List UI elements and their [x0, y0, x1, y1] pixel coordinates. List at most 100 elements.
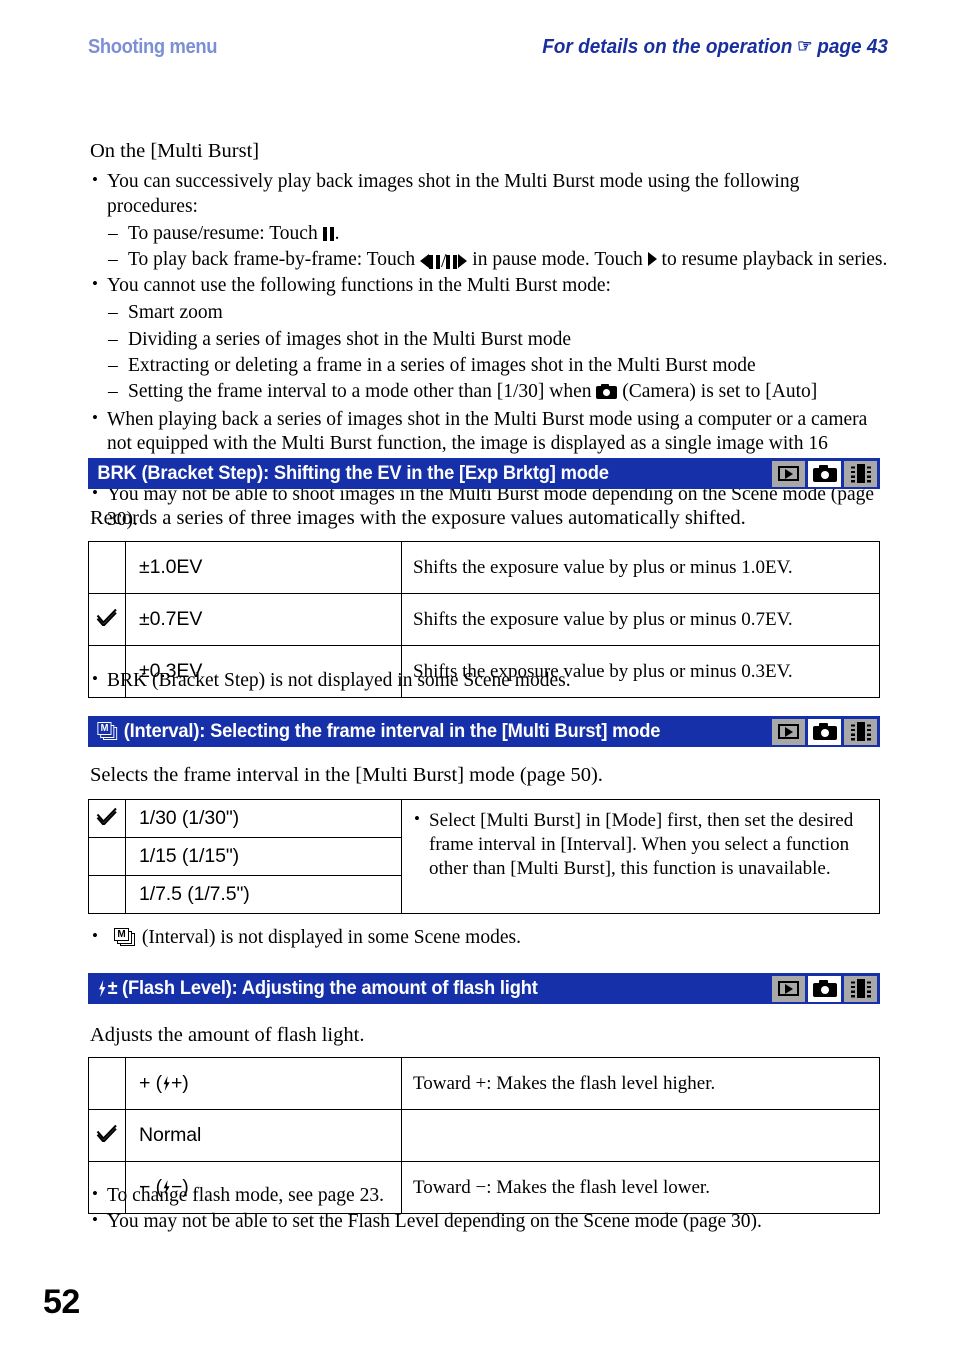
- playback-icon: [778, 724, 799, 739]
- table-row: + (+) Toward +: Makes the flash level hi…: [88, 1057, 880, 1110]
- bullet-marker: •: [92, 1184, 98, 1203]
- section-flash-intro: Adjusts the amount of flash light.: [90, 1022, 890, 1054]
- dash-marker: –: [108, 354, 118, 376]
- flash-plus-minus-icon: ±: [97, 978, 118, 1000]
- list-item-text: You may not be able to set the Flash Lev…: [107, 1210, 762, 1232]
- default-check-icon: [96, 807, 118, 825]
- movie-mode-badge: [844, 718, 877, 745]
- table-row: ±0.7EV Shifts the exposure value by plus…: [88, 593, 880, 646]
- playback-icon: [778, 466, 799, 481]
- default-marker-cell: [88, 1057, 126, 1110]
- interval-options-table: 1/30 (1/30") • Select [Multi Burst] in […: [88, 799, 880, 914]
- description-cell: [401, 1109, 880, 1162]
- multi-burst-icon: M: [114, 928, 137, 947]
- description-cell: Shifts the exposure value by plus or min…: [401, 593, 880, 646]
- dash-marker: –: [108, 222, 118, 244]
- list-item-text: You cannot use the following functions i…: [107, 275, 611, 297]
- list-item: – Smart zoom: [107, 300, 890, 325]
- default-marker-cell: [88, 1109, 126, 1162]
- section-brk-note: • BRK (Bracket Step) is not displayed in…: [90, 669, 890, 695]
- section-heading-flash: ± (Flash Level): Adjusting the amount of…: [88, 973, 880, 1004]
- dash-marker: –: [108, 302, 118, 324]
- flash-icon: [163, 1076, 170, 1091]
- interval-note-list: • M (Interval) is not displayed in some …: [90, 926, 890, 951]
- camera-icon: [596, 384, 618, 400]
- play-icon: [647, 252, 657, 267]
- description-cell: Shifts the exposure value by plus or min…: [401, 541, 880, 594]
- step-back-step-forward-icon: /: [420, 252, 468, 272]
- camera-mode-badge: [808, 718, 841, 745]
- section-heading-flash-text: (Flash Level): Adjusting the amount of f…: [122, 977, 538, 999]
- camera-icon: [812, 980, 837, 997]
- movie-film-icon: [850, 979, 871, 998]
- section-heading-interval-text: (Interval): Selecting the frame interval…: [123, 720, 661, 742]
- running-header-right: For details on the operation ☞ page 43: [542, 36, 888, 59]
- list-item-text: You can successively play back images sh…: [107, 171, 800, 217]
- movie-film-icon: [850, 464, 871, 483]
- bullet-marker: •: [92, 170, 98, 190]
- list-item: – Dividing a series of images shot in th…: [107, 327, 890, 352]
- description-text: Select [Multi Burst] in [Mode] first, th…: [429, 810, 854, 879]
- section-badges: [772, 718, 880, 745]
- list-item: • To change flash mode, see page 23.: [90, 1184, 890, 1209]
- list-item-text-tail: to resume playback in series.: [661, 249, 888, 271]
- bullet-marker: •: [92, 926, 98, 945]
- section-interval-intro: Selects the frame interval in the [Multi…: [90, 762, 890, 794]
- list-item-text: BRK (Bracket Step) is not displayed in s…: [107, 670, 571, 691]
- camera-icon: [812, 465, 837, 482]
- bullet-marker: •: [92, 274, 98, 294]
- list-item-text: Dividing a series of images shot in the …: [128, 328, 572, 350]
- list-item: – Extracting or deleting a frame in a se…: [107, 353, 890, 378]
- section-brk-intro-text: Records a series of three images with th…: [90, 507, 746, 529]
- option-cell: Normal: [125, 1109, 402, 1162]
- bullet-marker: •: [92, 669, 98, 688]
- list-item-text-tail: .: [334, 222, 340, 244]
- list-item: • M (Interval) is not displayed in some …: [90, 926, 890, 951]
- default-marker-cell: [88, 837, 126, 876]
- bullet-marker: •: [414, 809, 420, 828]
- running-header-right-text: For details on the operation: [542, 36, 793, 58]
- list-item: – Setting the frame interval to a mode o…: [107, 379, 890, 404]
- playback-mode-badge: [772, 718, 805, 745]
- option-cell: ±1.0EV: [125, 541, 402, 594]
- option-cell: 1/15 (1/15"): [125, 837, 402, 876]
- multi-burst-subheading: On the [Multi Burst]: [90, 140, 260, 162]
- page-number: 52: [43, 1283, 80, 1321]
- option-cell: + (+): [125, 1057, 402, 1110]
- list-item-text: To pause/resume: Touch: [128, 222, 318, 244]
- description-cell: • Select [Multi Burst] in [Mode] first, …: [401, 799, 880, 914]
- section-badges: [772, 975, 880, 1002]
- description-cell: Toward +: Makes the flash level higher.: [401, 1057, 880, 1110]
- pause-icon: [322, 226, 335, 241]
- list-item-text: To play back frame-by-frame: Touch: [128, 249, 416, 271]
- section-interval-note: • M (Interval) is not displayed in some …: [90, 926, 890, 952]
- movie-mode-badge: [844, 460, 877, 487]
- camera-mode-badge: [808, 975, 841, 1002]
- option-label: + (+): [139, 1072, 189, 1095]
- default-check-icon: [96, 1124, 118, 1142]
- pointing-hand-icon: ☞: [797, 36, 813, 56]
- camera-mode-badge: [808, 460, 841, 487]
- default-marker-cell: [88, 799, 126, 838]
- flash-note-list: • To change flash mode, see page 23. • Y…: [90, 1184, 890, 1235]
- list-item: – To play back frame-by-frame: Touch / i…: [107, 247, 890, 272]
- bullet-marker: •: [92, 407, 98, 427]
- default-marker-cell: [88, 541, 126, 594]
- section-badges: [772, 460, 880, 487]
- bullet-marker: •: [92, 1209, 98, 1229]
- manual-page: Shooting menu For details on the operati…: [0, 0, 954, 1357]
- table-row: 1/30 (1/30") • Select [Multi Burst] in […: [88, 799, 880, 914]
- table-row: Normal: [88, 1109, 880, 1162]
- description-bullet: • Select [Multi Burst] in [Mode] first, …: [413, 809, 869, 881]
- camera-icon: [812, 723, 837, 740]
- brk-note-list: • BRK (Bracket Step) is not displayed in…: [90, 669, 890, 694]
- default-check-icon: [96, 608, 118, 626]
- list-item: • You may not be able to set the Flash L…: [90, 1210, 890, 1235]
- list-item-text: (Interval) is not displayed in some Scen…: [141, 927, 521, 948]
- list-item-text: Smart zoom: [128, 302, 223, 324]
- section-interval-intro-text: Selects the frame interval in the [Multi…: [90, 764, 603, 786]
- running-header: Shooting menu For details on the operati…: [88, 36, 888, 70]
- playback-mode-badge: [772, 460, 805, 487]
- list-item-text-mid: in pause mode. Touch: [472, 249, 643, 271]
- list-item-text: Setting the frame interval to a mode oth…: [128, 381, 592, 403]
